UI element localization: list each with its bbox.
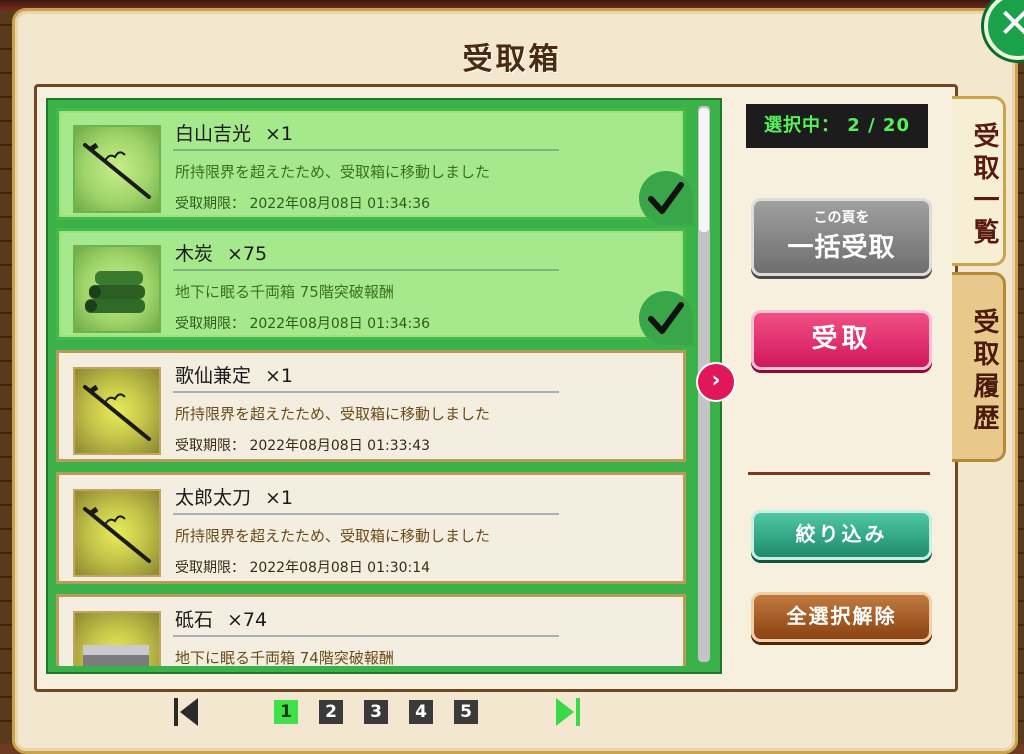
deselect-all-button[interactable]: 全選択解除 (751, 592, 932, 642)
page-button[interactable]: 1 (274, 700, 298, 724)
divider (173, 269, 559, 271)
page-button[interactable]: 5 (454, 700, 478, 724)
list-item[interactable]: 砥石 ×74 地下に眠る千両箱 74階突破報酬 (56, 594, 686, 666)
list-item[interactable]: 白山吉光 ×1 所持限界を超えたため、受取箱に移動しました 受取期限： 2022年… (56, 108, 693, 225)
page-button[interactable]: 2 (319, 700, 343, 724)
sword-icon (73, 125, 161, 213)
item-expiry: 受取期限： 2022年08月08日 01:34:36 (175, 316, 431, 332)
item-name: 太郎太刀 ×1 (175, 487, 294, 509)
item-quantity: ×74 (227, 609, 268, 631)
item-expiry: 受取期限： 2022年08月08日 01:33:43 (175, 438, 431, 454)
filter-button[interactable]: 絞り込み (751, 510, 932, 560)
list-item[interactable]: 木炭 ×75 地下に眠る千両箱 75階突破報酬 受取期限： 2022年08月08日… (56, 228, 693, 345)
chevron-right-icon: › (711, 368, 721, 393)
item-quantity: ×1 (265, 123, 294, 145)
dialog-title: 受取箱 (462, 42, 562, 77)
bulk-receive-sublabel: この頁を (813, 210, 870, 226)
whetstone-icon (73, 611, 161, 666)
divider (173, 635, 559, 637)
scrollbar-thumb[interactable] (699, 108, 709, 232)
divider (173, 149, 559, 151)
tab-receive-list[interactable]: 受取一覧 (952, 96, 1006, 266)
item-description: 所持限界を超えたため、受取箱に移動しました (175, 405, 491, 423)
item-expiry: 受取期限： 2022年08月08日 01:30:14 (175, 560, 431, 576)
close-icon: ✕ (998, 1, 1024, 47)
item-quantity: ×1 (265, 365, 294, 387)
controls-divider (748, 472, 930, 475)
item-description: 地下に眠る千両箱 75階突破報酬 (175, 283, 394, 301)
list-item[interactable]: 太郎太刀 ×1 所持限界を超えたため、受取箱に移動しました 受取期限： 2022年… (56, 472, 686, 584)
page-button[interactable]: 4 (409, 700, 433, 724)
item-description: 所持限界を超えたため、受取箱に移動しました (175, 163, 491, 181)
first-page-icon (174, 698, 198, 726)
item-expiry: 受取期限： 2022年08月08日 01:34:36 (175, 196, 431, 212)
item-name: 白山吉光 ×1 (175, 123, 294, 145)
list-item[interactable]: 歌仙兼定 ×1 所持限界を超えたため、受取箱に移動しました 受取期限： 2022年… (56, 350, 686, 462)
item-description: 所持限界を超えたため、受取箱に移動しました (175, 527, 491, 545)
checkmark-icon (639, 291, 693, 345)
selection-counter: 選択中： 2 / 20 (746, 104, 928, 148)
divider (173, 513, 559, 515)
sword-icon (73, 367, 161, 455)
bulk-receive-button[interactable]: この頁を 一括受取 (751, 198, 932, 276)
receive-button[interactable]: 受取 (751, 310, 932, 370)
item-name: 歌仙兼定 ×1 (175, 365, 294, 387)
divider (173, 391, 559, 393)
last-page-icon (556, 698, 580, 726)
item-quantity: ×75 (227, 243, 268, 265)
item-list: 白山吉光 ×1 所持限界を超えたため、受取箱に移動しました 受取期限： 2022年… (46, 98, 722, 674)
tab-receive-history[interactable]: 受取履歴 (952, 272, 1006, 462)
last-page-button[interactable] (552, 696, 584, 728)
expand-arrow-button[interactable]: › (696, 362, 736, 402)
first-page-button[interactable] (170, 696, 202, 728)
charcoal-icon (73, 245, 161, 333)
item-name: 砥石 ×74 (175, 609, 268, 631)
pagination: 1 2 3 4 5 (0, 690, 1024, 734)
item-quantity: ×1 (265, 487, 294, 509)
checkmark-icon (639, 171, 693, 225)
item-list-viewport: 白山吉光 ×1 所持限界を超えたため、受取箱に移動しました 受取期限： 2022年… (52, 104, 694, 666)
page-button[interactable]: 3 (364, 700, 388, 724)
item-name: 木炭 ×75 (175, 243, 268, 265)
bulk-receive-label: 一括受取 (787, 233, 896, 263)
item-description: 地下に眠る千両箱 74階突破報酬 (175, 649, 394, 666)
sword-icon (73, 489, 161, 577)
